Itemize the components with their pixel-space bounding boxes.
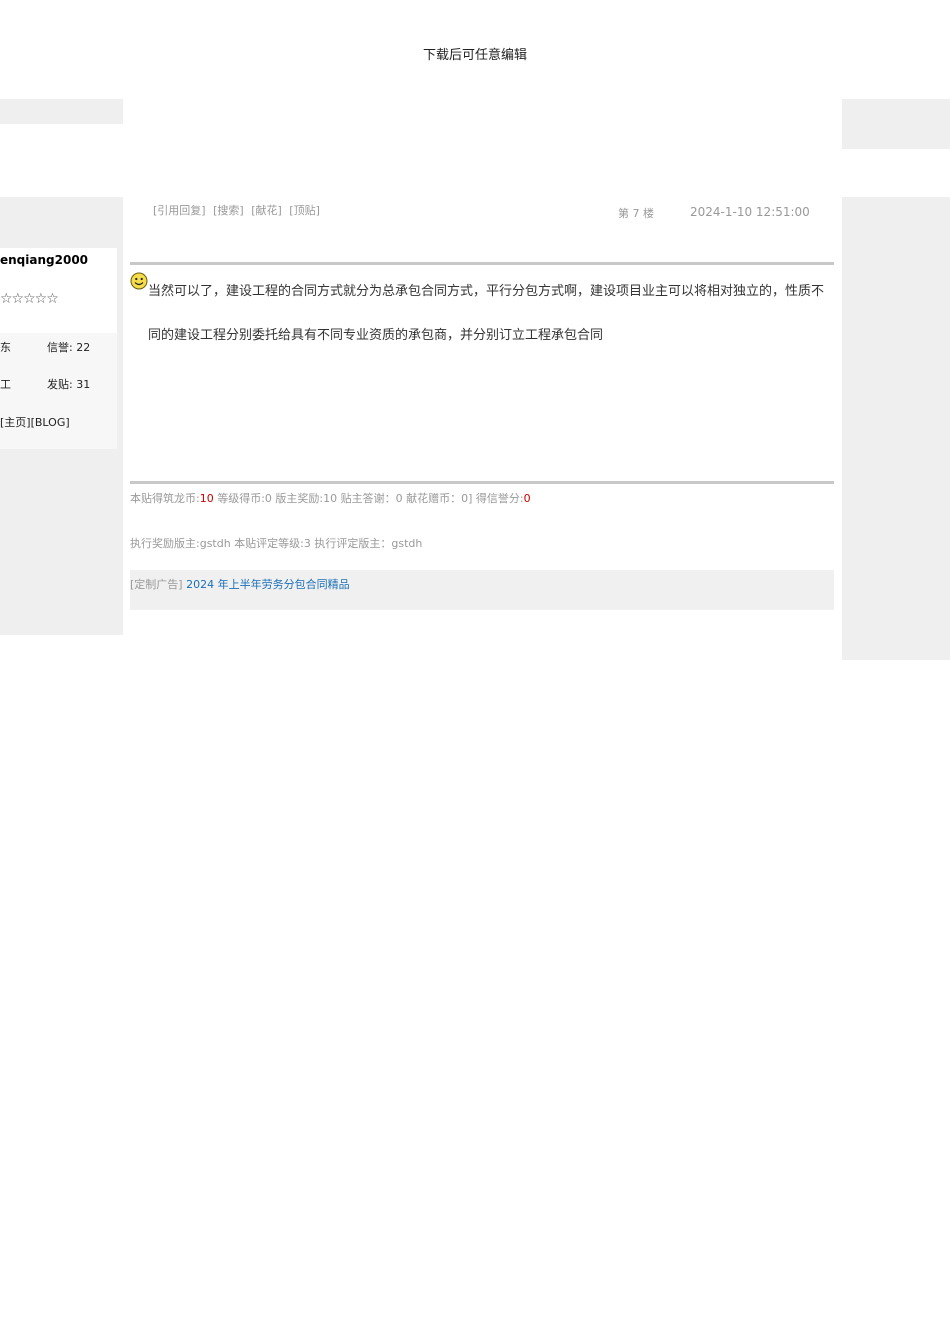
username[interactable]: enqiang2000: [0, 253, 88, 267]
user-rank-stars: ☆☆☆☆☆: [0, 291, 59, 307]
ad-link[interactable]: 2024 年上半年劳务分包合同精品: [186, 578, 350, 591]
right-sidebar-panel: [842, 197, 950, 660]
reward-coin-value: 10: [199, 492, 214, 505]
quote-reply-link[interactable]: [引用回复]: [153, 204, 206, 217]
user-stat-label-1: 东: [0, 341, 11, 354]
right-top-panel: [842, 99, 950, 149]
ad-label: [定制广告]: [130, 578, 183, 591]
post-top-divider: [130, 262, 834, 265]
reward-reputation-value: 0: [523, 492, 531, 505]
post-bottom-divider: [130, 481, 834, 484]
user-stat-label-2: 工: [0, 378, 11, 391]
user-reputation: 信誉: 22: [47, 341, 91, 354]
post-toolbar: [引用回复] [搜索] [献花] [顶贴]: [153, 202, 324, 218]
reward-coin-label: 本贴得筑龙币:: [130, 492, 200, 505]
post-content: 当然可以了，建设工程的合同方式就分为总承包合同方式，平行分包方式啊，建设项目业主…: [148, 284, 825, 343]
bump-link[interactable]: [顶贴]: [289, 204, 320, 217]
reward-info: 本贴得筑龙币:10 等级得币:0 版主奖励:10 贴主答谢：0 献花赠币：0] …: [130, 490, 531, 506]
smiley-icon: [130, 272, 148, 290]
custom-ad: [定制广告] 2024 年上半年劳务分包合同精品: [130, 576, 350, 592]
moderator-info: 执行奖励版主:gstdh 本贴评定等级:3 执行评定版主：gstdh: [130, 537, 423, 550]
user-blog-link[interactable]: [BLOG]: [31, 416, 70, 429]
floor-number: 第 7 楼: [618, 207, 654, 220]
flower-link[interactable]: [献花]: [251, 204, 282, 217]
user-post-count: 发贴: 31: [47, 378, 91, 391]
left-top-strip: [0, 99, 123, 124]
reward-details: 等级得币:0 版主奖励:10 贴主答谢：0 献花赠币：0] 得信誉分:: [213, 492, 524, 505]
user-links: [主页][BLOG]: [0, 414, 70, 430]
page-header-text: 下载后可任意编辑: [422, 48, 527, 63]
post-datetime: 2024-1-10 12:51:00: [690, 205, 810, 219]
search-link[interactable]: [搜索]: [213, 204, 244, 217]
user-home-link[interactable]: [主页]: [0, 416, 31, 429]
